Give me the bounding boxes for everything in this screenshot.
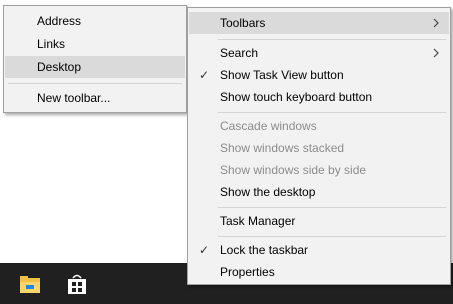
menu-item-label: Properties — [220, 265, 275, 279]
menu-separator — [218, 112, 446, 113]
menu-item-label: Show the desktop — [220, 185, 316, 199]
menu-item-lock-taskbar[interactable]: ✓ Lock the taskbar — [189, 239, 449, 261]
menu-separator — [218, 207, 446, 208]
menu-item-label: Toolbars — [220, 16, 266, 30]
menu-item-task-manager[interactable]: Task Manager — [189, 210, 449, 232]
menu-item-show-touch-keyboard[interactable]: Show touch keyboard button — [189, 86, 449, 108]
menu-item-toolbars[interactable]: Toolbars — [189, 12, 449, 34]
menu-item-label: Search — [220, 46, 259, 60]
menu-item-label: Task Manager — [220, 214, 296, 228]
taskbar-context-menu: Toolbars Search ✓ Show Task View button … — [187, 7, 451, 285]
submenu-item-label: New toolbar... — [37, 91, 111, 105]
submenu-item-desktop[interactable]: Desktop — [5, 56, 185, 78]
menu-item-search[interactable]: Search — [189, 42, 449, 64]
submenu-separator — [8, 83, 182, 84]
menu-separator — [218, 236, 446, 237]
menu-item-label: Show Task View button — [220, 68, 344, 82]
menu-item-label: Show touch keyboard button — [220, 90, 373, 104]
submenu-item-label: Links — [37, 37, 66, 51]
store-icon[interactable] — [64, 271, 90, 297]
menu-item-show-task-view[interactable]: ✓ Show Task View button — [189, 64, 449, 86]
menu-item-windows-side-by-side: Show windows side by side — [189, 159, 449, 181]
chevron-right-icon — [433, 48, 439, 58]
chevron-right-icon — [433, 18, 439, 28]
menu-item-show-desktop[interactable]: Show the desktop — [189, 181, 449, 203]
check-icon: ✓ — [199, 68, 210, 82]
submenu-item-label: Address — [37, 14, 82, 28]
menu-item-label: Show windows side by side — [220, 163, 367, 177]
menu-item-label: Cascade windows — [220, 119, 317, 133]
submenu-item-links[interactable]: Links — [5, 33, 185, 55]
file-explorer-icon[interactable] — [17, 271, 43, 297]
menu-item-windows-stacked: Show windows stacked — [189, 137, 449, 159]
submenu-item-label: Desktop — [37, 60, 82, 74]
submenu-item-new-toolbar[interactable]: New toolbar... — [5, 87, 185, 109]
menu-item-label: Show windows stacked — [220, 141, 345, 155]
menu-item-cascade-windows: Cascade windows — [189, 115, 449, 137]
menu-item-label: Lock the taskbar — [220, 243, 309, 257]
menu-item-properties[interactable]: Properties — [189, 261, 449, 283]
menu-separator — [218, 39, 446, 40]
toolbars-submenu: Address Links Desktop New toolbar... — [3, 5, 187, 113]
check-icon: ✓ — [199, 243, 210, 257]
submenu-item-address[interactable]: Address — [5, 10, 185, 32]
